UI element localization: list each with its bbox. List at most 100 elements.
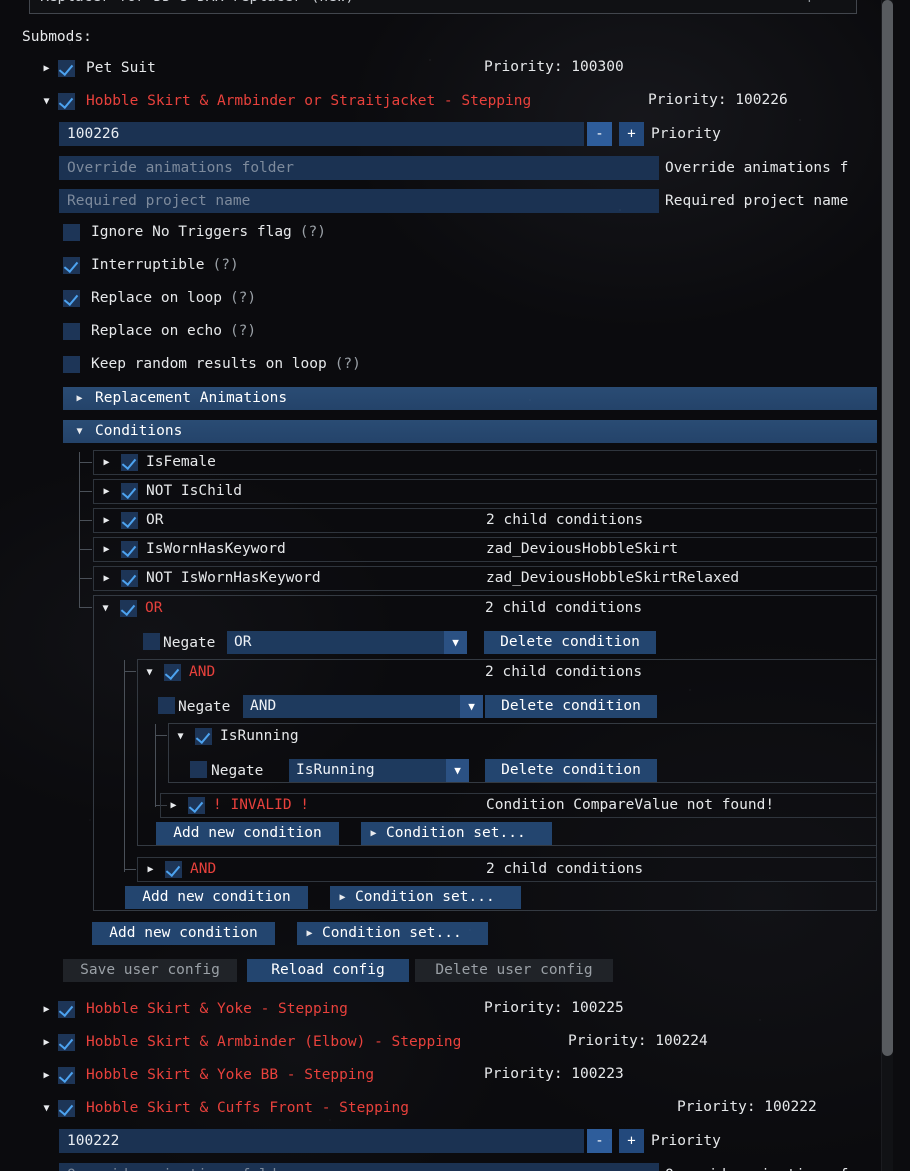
condition-row-isfemale[interactable]: IsFemale [93,450,877,475]
expand-arrow-icon[interactable] [40,1005,53,1015]
submod-enabled-checkbox[interactable] [58,1100,75,1117]
condition-row-and-expanded[interactable]: AND [143,664,215,681]
submod-row-hobble-armbinder[interactable]: Hobble Skirt & Armbinder or Straitjacket… [40,93,531,110]
checkbox-box[interactable] [63,257,80,274]
save-user-config-button[interactable]: Save user config [63,959,237,982]
bottom-priority-increment-button[interactable]: + [619,1129,644,1153]
condition-row-or-1[interactable]: OR 2 child conditions [93,508,877,533]
condition-enabled-checkbox[interactable] [121,483,138,500]
expand-arrow-icon[interactable] [40,1071,53,1081]
checkbox-ignore-no-triggers[interactable]: Ignore No Triggers flag (?) [63,224,326,241]
help-hint-icon[interactable]: (?) [230,291,256,306]
isrunning-delete-condition-button[interactable]: Delete condition [485,759,657,782]
and-add-new-condition-button[interactable]: Add new condition [156,822,339,845]
condition-row-iswornhaskeyword[interactable]: IsWornHasKeyword zad_DeviousHobbleSkirt [93,537,877,562]
expand-arrow-icon[interactable] [336,893,349,903]
condition-enabled-checkbox[interactable] [121,541,138,558]
checkbox-box[interactable] [63,323,80,340]
collapse-arrow-icon[interactable] [40,1104,53,1114]
checkbox-replace-on-echo[interactable]: Replace on echo (?) [63,323,256,340]
expand-arrow-icon[interactable] [303,929,316,939]
condition-enabled-checkbox[interactable] [121,570,138,587]
root-condition-set-button[interactable]: Condition set... [297,922,488,945]
submod-row-pet-suit[interactable]: Pet Suit [40,60,156,77]
condition-enabled-checkbox[interactable] [165,861,182,878]
expand-arrow-icon[interactable] [100,516,113,526]
collapse-arrow-icon[interactable] [40,97,53,107]
collapse-arrow-icon[interactable] [73,427,86,437]
expand-arrow-icon[interactable] [144,865,157,875]
chevron-down-icon[interactable]: ▼ [460,695,483,718]
isrunning-type-combo[interactable]: IsRunning ▼ [289,759,469,782]
help-hint-icon[interactable]: (?) [300,225,326,240]
expand-arrow-icon[interactable] [100,545,113,555]
or-add-new-condition-button[interactable]: Add new condition [125,886,308,909]
or-negate-checkbox[interactable] [143,633,160,650]
and-delete-condition-button[interactable]: Delete condition [485,695,657,718]
submod-enabled-checkbox[interactable] [58,1034,75,1051]
submod-enabled-checkbox[interactable] [58,60,75,77]
or-delete-condition-button[interactable]: Delete condition [484,631,656,654]
checkbox-box[interactable] [63,356,80,373]
checkbox-replace-on-loop[interactable]: Replace on loop (?) [63,290,256,307]
expand-arrow-icon[interactable] [367,829,380,839]
condition-row-not-ischild[interactable]: NOT IsChild [93,479,877,504]
condition-row-invalid[interactable]: ! INVALID ! Condition CompareValue not f… [160,793,877,818]
scrollbar-thumb[interactable] [882,0,893,1056]
condition-enabled-checkbox[interactable] [121,512,138,529]
submod-enabled-checkbox[interactable] [58,93,75,110]
condition-enabled-checkbox[interactable] [188,797,205,814]
and-condition-set-button[interactable]: Condition set... [361,822,552,845]
collapse-arrow-icon[interactable] [99,604,112,614]
delete-user-config-button[interactable]: Delete user config [415,959,613,982]
submod-row-hobble-cuffs-front[interactable]: Hobble Skirt & Cuffs Front - Stepping [40,1100,409,1117]
checkbox-box[interactable] [63,290,80,307]
submod-enabled-checkbox[interactable] [58,1001,75,1018]
priority-decrement-button[interactable]: - [587,122,612,146]
required-project-name-input[interactable]: Required project name [59,189,659,213]
expand-arrow-icon[interactable] [100,458,113,468]
reload-config-button[interactable]: Reload config [247,959,409,982]
collapse-arrow-icon[interactable] [143,668,156,678]
section-conditions[interactable]: Conditions [63,420,877,443]
chevron-down-icon[interactable]: ▼ [446,759,469,782]
bottom-priority-input[interactable]: 100222 [59,1129,584,1153]
help-hint-icon[interactable]: (?) [230,324,256,339]
expand-arrow-icon[interactable] [100,487,113,497]
bottom-priority-decrement-button[interactable]: - [587,1129,612,1153]
bottom-override-animations-folder-input[interactable]: Override animations folder [59,1163,659,1171]
or-type-combo[interactable]: OR ▼ [227,631,467,654]
checkbox-keep-random-results[interactable]: Keep random results on loop (?) [63,356,361,373]
condition-row-or-expanded[interactable]: OR [99,600,162,617]
and-negate-checkbox[interactable] [158,697,175,714]
isrunning-negate-checkbox[interactable] [190,761,207,778]
chevron-down-icon[interactable]: ▼ [444,631,467,654]
priority-input[interactable]: 100226 [59,122,584,146]
checkbox-interruptible[interactable]: Interruptible (?) [63,257,239,274]
help-hint-icon[interactable]: (?) [213,258,239,273]
collapse-arrow-icon[interactable] [174,732,187,742]
expand-arrow-icon[interactable] [40,64,53,74]
submod-row-hobble-yoke[interactable]: Hobble Skirt & Yoke - Stepping [40,1001,348,1018]
condition-enabled-checkbox[interactable] [195,728,212,745]
submod-enabled-checkbox[interactable] [58,1067,75,1084]
expand-arrow-icon[interactable] [40,1038,53,1048]
expand-arrow-icon[interactable] [100,574,113,584]
help-hint-icon[interactable]: (?) [335,357,361,372]
priority-increment-button[interactable]: + [619,122,644,146]
submod-row-hobble-yoke-bb[interactable]: Hobble Skirt & Yoke BB - Stepping [40,1067,374,1084]
condition-row-isrunning[interactable]: IsRunning [174,728,299,745]
condition-row-and-sibling[interactable]: AND 2 child conditions [137,857,877,882]
condition-enabled-checkbox[interactable] [120,600,137,617]
condition-row-not-iswornhaskeyword[interactable]: NOT IsWornHasKeyword zad_DeviousHobbleSk… [93,566,877,591]
expand-arrow-icon[interactable] [73,394,86,404]
checkbox-box[interactable] [63,224,80,241]
condition-enabled-checkbox[interactable] [121,454,138,471]
or-condition-set-button[interactable]: Condition set... [330,886,521,909]
section-replacement-animations[interactable]: Replacement Animations [63,387,877,410]
override-animations-folder-input[interactable]: Override animations folder [59,156,659,180]
submod-row-hobble-armbinder-elbow[interactable]: Hobble Skirt & Armbinder (Elbow) - Stepp… [40,1034,461,1051]
root-add-new-condition-button[interactable]: Add new condition [92,922,275,945]
condition-enabled-checkbox[interactable] [164,664,181,681]
expand-arrow-icon[interactable] [167,801,180,811]
